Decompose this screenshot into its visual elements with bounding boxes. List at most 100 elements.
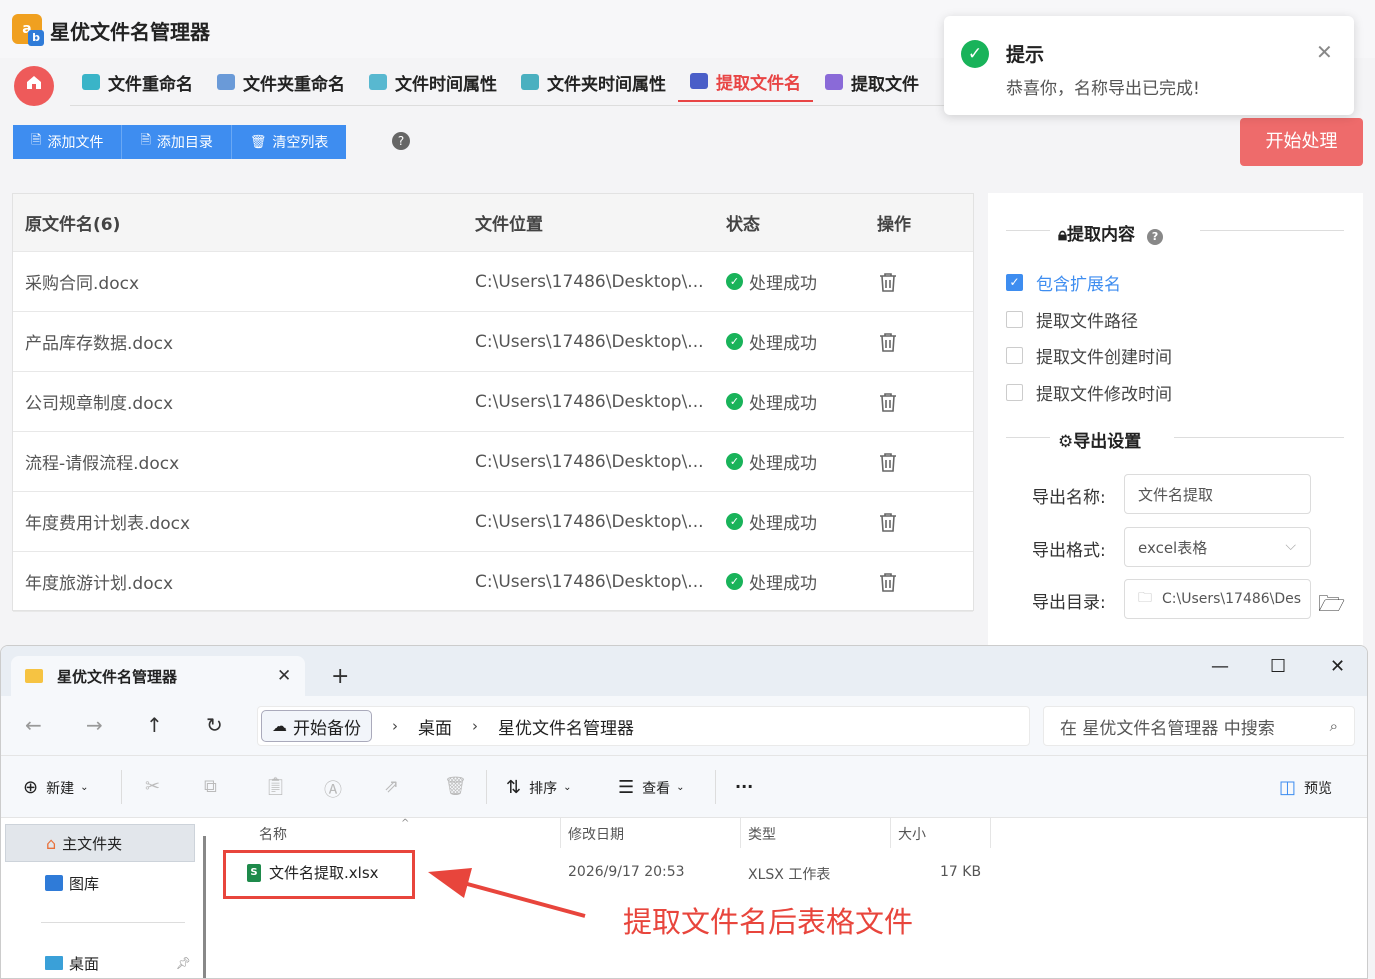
- close-tab-icon[interactable]: ✕: [277, 666, 291, 686]
- export-format-select[interactable]: excel表格 ⌵: [1124, 527, 1311, 567]
- plus-circle-icon: ⊕: [23, 777, 39, 798]
- share-icon[interactable]: ⇗: [384, 776, 399, 797]
- delete-button[interactable]: [877, 312, 897, 371]
- breadcrumb-folder[interactable]: 星优文件名管理器: [498, 714, 634, 739]
- chevron-down-icon: ⌵: [1285, 538, 1296, 554]
- table-row[interactable]: 流程-请假流程.docx C:\Users\17486\Desktop\... …: [13, 432, 973, 492]
- option-extract-modified-time[interactable]: 提取文件修改时间: [1006, 380, 1172, 405]
- delete-button[interactable]: [877, 552, 897, 611]
- delete-button[interactable]: [877, 252, 897, 311]
- sort-up-icon: ^: [401, 818, 410, 829]
- divider: [1006, 230, 1050, 231]
- trash-icon: [877, 511, 897, 533]
- view-button[interactable]: ☰ 查看 ⌄: [618, 777, 685, 798]
- copy-icon[interactable]: ⧉: [204, 776, 217, 797]
- column-name[interactable]: 名称: [259, 824, 287, 844]
- address-bar[interactable]: ☁︎ 开始备份 › 桌面 › 星优文件名管理器: [257, 706, 1030, 746]
- nav-item-gallery[interactable]: 图库: [5, 864, 195, 902]
- up-arrow-icon[interactable]: ↑: [146, 713, 163, 737]
- tab-extract-file[interactable]: 提取文件: [813, 62, 931, 102]
- tab-file-rename[interactable]: 文件重命名: [70, 62, 205, 102]
- explorer-tab-strip: 星优文件名管理器 ✕ + — ☐ ✕: [1, 646, 1367, 696]
- scrollbar[interactable]: [203, 836, 206, 978]
- file-type: XLSX 工作表: [748, 867, 831, 883]
- start-processing-button[interactable]: 开始处理: [1240, 118, 1363, 166]
- nav-item-home[interactable]: ⌂ 主文件夹: [5, 824, 195, 862]
- sort-button[interactable]: ⇅ 排序 ⌄: [506, 777, 571, 798]
- back-arrow-icon[interactable]: ←: [25, 713, 42, 737]
- new-tab-icon[interactable]: +: [331, 664, 349, 689]
- clear-list-button[interactable]: 🗑 清空列表: [231, 125, 347, 159]
- checkbox-icon: [1006, 311, 1023, 328]
- minimize-icon[interactable]: —: [1211, 656, 1229, 677]
- rename-icon[interactable]: Ⓐ: [324, 776, 342, 802]
- export-dir-label: 导出目录:: [1032, 593, 1106, 613]
- file-status: ✓ 处理成功: [726, 552, 817, 611]
- toast-notification: ✓ 提示 恭喜你，名称导出已完成! ✕: [944, 16, 1354, 115]
- nav-item-desktop[interactable]: 桌面 📌︎: [5, 944, 195, 978]
- refresh-icon[interactable]: ↻: [206, 713, 223, 737]
- table-row[interactable]: 年度旅游计划.docx C:\Users\17486\Desktop\... ✓…: [13, 552, 973, 612]
- option-include-extension[interactable]: ✓ 包含扩展名: [1006, 270, 1121, 295]
- tab-folder-time[interactable]: 文件夹时间属性: [509, 62, 678, 102]
- add-file-button[interactable]: 🗎 添加文件: [13, 125, 123, 159]
- file-name: 年度费用计划表.docx: [25, 514, 191, 534]
- column-modified[interactable]: 修改日期: [568, 824, 624, 844]
- more-options-button[interactable]: ···: [735, 777, 753, 796]
- close-icon[interactable]: ✕: [1316, 40, 1333, 64]
- column-divider[interactable]: [990, 818, 991, 848]
- checkbox-checked-icon: ✓: [1006, 274, 1023, 291]
- preview-pane-icon: ◫: [1279, 777, 1297, 798]
- search-icon: ⌕: [1329, 717, 1338, 735]
- check-circle-icon: ✓: [726, 453, 743, 470]
- option-extract-created-time[interactable]: 提取文件创建时间: [1006, 343, 1172, 368]
- document-icon: 🗎: [31, 133, 42, 148]
- divider: [1006, 437, 1050, 438]
- logo-corner: b: [28, 30, 44, 46]
- help-icon[interactable]: ?: [1147, 229, 1164, 245]
- new-button[interactable]: ⊕ 新建 ⌄: [23, 777, 88, 798]
- preview-button[interactable]: ◫ 预览: [1279, 777, 1332, 798]
- column-divider[interactable]: [560, 818, 561, 848]
- paste-icon[interactable]: 📋︎: [264, 776, 287, 797]
- delete-button[interactable]: [877, 432, 897, 491]
- column-type[interactable]: 类型: [748, 824, 776, 844]
- tab-file-time[interactable]: 文件时间属性: [357, 62, 509, 102]
- delete-icon[interactable]: 🗑︎: [444, 776, 467, 797]
- trash-icon: 🗑: [249, 134, 267, 150]
- pin-icon[interactable]: 📌︎: [176, 956, 191, 970]
- check-circle-icon: ✓: [726, 273, 743, 290]
- home-button[interactable]: [14, 66, 54, 106]
- forward-arrow-icon[interactable]: →: [86, 713, 103, 737]
- column-divider[interactable]: [890, 818, 891, 848]
- delete-button[interactable]: [877, 492, 897, 551]
- help-icon[interactable]: ?: [392, 132, 410, 150]
- export-name-input[interactable]: 文件名提取: [1124, 474, 1311, 514]
- table-row[interactable]: 公司规章制度.docx C:\Users\17486\Desktop\... ✓…: [13, 372, 973, 432]
- column-size[interactable]: 大小: [898, 824, 926, 844]
- trash-icon: [877, 571, 897, 593]
- file-name: 年度旅游计划.docx: [25, 574, 174, 594]
- breadcrumb-desktop[interactable]: 桌面: [418, 714, 452, 739]
- divider: [121, 770, 122, 804]
- cut-icon[interactable]: ✂: [145, 776, 160, 797]
- address-bar-row: ← → ↑ ↻ ☁︎ 开始备份 › 桌面 › 星优文件名管理器 在 星优文件名管理…: [1, 696, 1367, 756]
- tab-folder-rename[interactable]: 文件夹重命名: [205, 62, 357, 102]
- window-close-icon[interactable]: ✕: [1330, 656, 1345, 677]
- table-row[interactable]: 年度费用计划表.docx C:\Users\17486\Desktop\... …: [13, 492, 973, 552]
- browse-folder-icon[interactable]: 🗁: [1318, 587, 1345, 625]
- explorer-tab[interactable]: 星优文件名管理器: [11, 656, 305, 696]
- option-extract-path[interactable]: 提取文件路径: [1006, 307, 1138, 332]
- export-dir-input[interactable]: 🗀 C:\Users\17486\Des: [1124, 579, 1311, 619]
- delete-button[interactable]: [877, 372, 897, 431]
- maximize-icon[interactable]: ☐: [1270, 656, 1286, 677]
- table-row[interactable]: 采购合同.docx C:\Users\17486\Desktop\... ✓ 处理…: [13, 252, 973, 312]
- table-row[interactable]: 产品库存数据.docx C:\Users\17486\Desktop\... ✓…: [13, 312, 973, 372]
- check-circle-icon: ✓: [726, 513, 743, 530]
- column-divider[interactable]: [740, 818, 741, 848]
- add-directory-button[interactable]: 🗎 添加目录: [122, 125, 232, 159]
- tab-extract-filename[interactable]: 提取文件名: [678, 62, 813, 102]
- check-circle-icon: ✓: [726, 573, 743, 590]
- search-input[interactable]: 在 星优文件名管理器 中搜索 ⌕: [1043, 706, 1355, 746]
- breadcrumb-backup[interactable]: ☁︎ 开始备份: [261, 710, 372, 742]
